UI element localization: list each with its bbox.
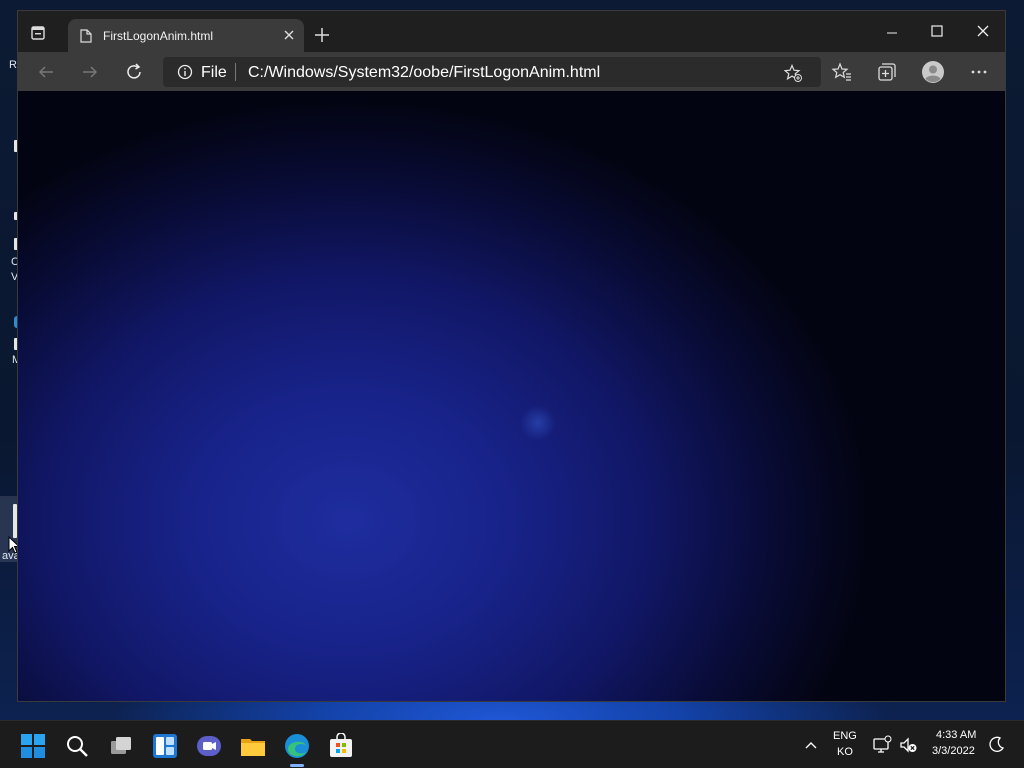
start-icon[interactable]	[20, 733, 46, 759]
profile-icon[interactable]	[921, 60, 945, 84]
more-icon[interactable]	[968, 61, 990, 83]
tab-active[interactable]: FirstLogonAnim.html	[68, 19, 304, 52]
url-field[interactable]: C:/Windows/System32/oobe/FirstLogonAnim.…	[248, 64, 600, 82]
focus-assist-icon[interactable]	[988, 735, 1006, 753]
widgets-icon[interactable]	[152, 733, 178, 759]
task-view-icon[interactable]	[108, 733, 134, 759]
file-explorer-icon[interactable]	[240, 733, 266, 759]
volume-muted-icon[interactable]	[898, 735, 918, 755]
file-icon	[80, 29, 92, 43]
address-bar[interactable]: File C:/Windows/System32/oobe/FirstLogon…	[163, 57, 821, 87]
star-plus-icon[interactable]	[784, 64, 802, 82]
page-content[interactable]	[18, 91, 1005, 701]
search-icon[interactable]	[64, 733, 90, 759]
tab-actions-icon[interactable]	[30, 25, 46, 41]
favorites-icon[interactable]	[831, 61, 853, 83]
refresh-icon[interactable]	[124, 62, 144, 82]
info-icon[interactable]	[177, 64, 193, 80]
title-bar[interactable]: FirstLogonAnim.html	[18, 11, 1005, 52]
scheme-label[interactable]: File	[201, 64, 227, 82]
close-tab-icon[interactable]	[282, 28, 296, 42]
input-language[interactable]: ENG	[833, 730, 857, 742]
tab-title: FirstLogonAnim.html	[103, 29, 214, 43]
network-icon[interactable]	[872, 735, 892, 755]
chevron-up-icon[interactable]	[803, 737, 819, 753]
browser-window[interactable]: FirstLogonAnim.html File C:/Windows/Syst…	[17, 10, 1006, 702]
input-method[interactable]: KO	[837, 746, 853, 758]
back-arrow-icon[interactable]	[36, 62, 56, 82]
plus-icon[interactable]	[314, 27, 330, 43]
clock-date[interactable]: 3/3/2022	[932, 745, 975, 757]
collections-icon[interactable]	[876, 61, 898, 83]
taskbar: ENG KO 4:33 AM 3/3/2022	[0, 720, 1024, 768]
store-icon[interactable]	[328, 733, 354, 759]
chat-icon[interactable]	[196, 733, 222, 759]
browser-toolbar: File C:/Windows/System32/oobe/FirstLogon…	[18, 52, 1005, 91]
minimize-icon[interactable]	[877, 19, 907, 43]
close-window-icon[interactable]	[968, 19, 998, 43]
edge-icon[interactable]	[284, 733, 310, 759]
forward-arrow-icon[interactable]	[80, 62, 100, 82]
divider	[235, 63, 236, 81]
maximize-icon[interactable]	[922, 19, 952, 43]
active-app-indicator	[290, 764, 304, 767]
clock-time[interactable]: 4:33 AM	[936, 729, 976, 741]
